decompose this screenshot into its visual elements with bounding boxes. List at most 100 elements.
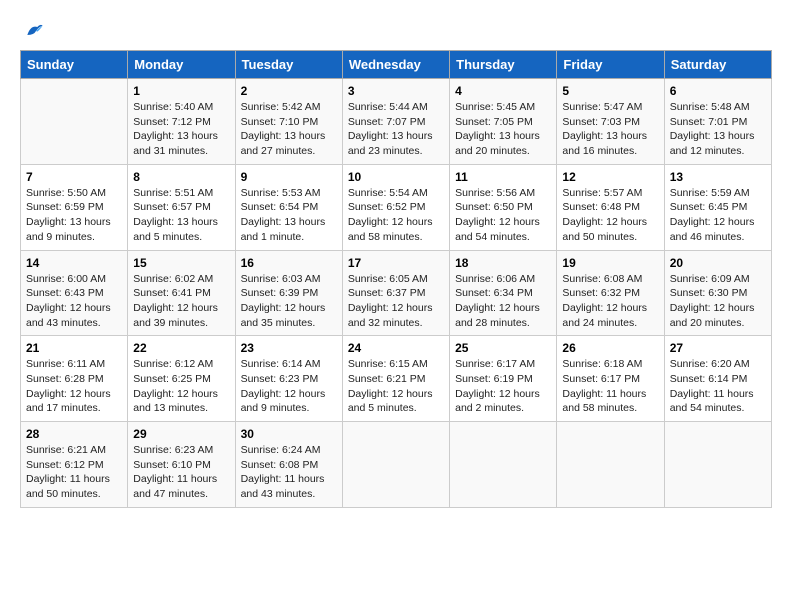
sunset-text: Sunset: 6:12 PM (26, 459, 104, 471)
day-number: 8 (133, 170, 229, 184)
column-header-sunday: Sunday (21, 51, 128, 79)
day-number: 9 (241, 170, 337, 184)
column-header-thursday: Thursday (450, 51, 557, 79)
sunset-text: Sunset: 6:57 PM (133, 201, 211, 213)
calendar-cell: 13 Sunrise: 5:59 AM Sunset: 6:45 PM Dayl… (664, 164, 771, 250)
calendar-cell: 28 Sunrise: 6:21 AM Sunset: 6:12 PM Dayl… (21, 422, 128, 508)
day-number: 4 (455, 84, 551, 98)
day-number: 5 (562, 84, 658, 98)
sunrise-text: Sunrise: 5:47 AM (562, 101, 642, 113)
cell-info: Sunrise: 6:03 AM Sunset: 6:39 PM Dayligh… (241, 272, 337, 331)
logo (20, 20, 46, 40)
daylight-text: Daylight: 12 hours and 39 minutes. (133, 302, 218, 329)
sunrise-text: Sunrise: 6:21 AM (26, 444, 106, 456)
day-number: 12 (562, 170, 658, 184)
daylight-text: Daylight: 13 hours and 16 minutes. (562, 130, 647, 157)
sunset-text: Sunset: 6:30 PM (670, 287, 748, 299)
sunrise-text: Sunrise: 6:06 AM (455, 273, 535, 285)
sunset-text: Sunset: 6:52 PM (348, 201, 426, 213)
day-number: 10 (348, 170, 444, 184)
column-header-wednesday: Wednesday (342, 51, 449, 79)
sunrise-text: Sunrise: 5:53 AM (241, 187, 321, 199)
calendar-cell: 25 Sunrise: 6:17 AM Sunset: 6:19 PM Dayl… (450, 336, 557, 422)
cell-info: Sunrise: 6:24 AM Sunset: 6:08 PM Dayligh… (241, 443, 337, 502)
daylight-text: Daylight: 11 hours and 54 minutes. (670, 388, 754, 415)
day-number: 20 (670, 256, 766, 270)
daylight-text: Daylight: 11 hours and 43 minutes. (241, 473, 325, 500)
sunrise-text: Sunrise: 5:50 AM (26, 187, 106, 199)
sunrise-text: Sunrise: 6:15 AM (348, 358, 428, 370)
daylight-text: Daylight: 12 hours and 50 minutes. (562, 216, 647, 243)
sunrise-text: Sunrise: 6:11 AM (26, 358, 105, 370)
cell-info: Sunrise: 6:12 AM Sunset: 6:25 PM Dayligh… (133, 357, 229, 416)
sunset-text: Sunset: 6:43 PM (26, 287, 104, 299)
calendar-week-row: 14 Sunrise: 6:00 AM Sunset: 6:43 PM Dayl… (21, 250, 772, 336)
cell-info: Sunrise: 6:02 AM Sunset: 6:41 PM Dayligh… (133, 272, 229, 331)
sunrise-text: Sunrise: 6:02 AM (133, 273, 213, 285)
sunrise-text: Sunrise: 6:17 AM (455, 358, 535, 370)
sunrise-text: Sunrise: 6:24 AM (241, 444, 321, 456)
sunset-text: Sunset: 6:08 PM (241, 459, 319, 471)
day-number: 19 (562, 256, 658, 270)
cell-info: Sunrise: 5:40 AM Sunset: 7:12 PM Dayligh… (133, 100, 229, 159)
sunrise-text: Sunrise: 5:44 AM (348, 101, 428, 113)
daylight-text: Daylight: 11 hours and 50 minutes. (26, 473, 110, 500)
sunrise-text: Sunrise: 6:14 AM (241, 358, 321, 370)
sunset-text: Sunset: 6:21 PM (348, 373, 426, 385)
calendar-cell (342, 422, 449, 508)
calendar-cell: 16 Sunrise: 6:03 AM Sunset: 6:39 PM Dayl… (235, 250, 342, 336)
sunset-text: Sunset: 7:03 PM (562, 116, 640, 128)
column-header-tuesday: Tuesday (235, 51, 342, 79)
page-header (20, 20, 772, 40)
sunrise-text: Sunrise: 5:45 AM (455, 101, 535, 113)
day-number: 14 (26, 256, 122, 270)
calendar-cell: 18 Sunrise: 6:06 AM Sunset: 6:34 PM Dayl… (450, 250, 557, 336)
column-header-saturday: Saturday (664, 51, 771, 79)
daylight-text: Daylight: 13 hours and 12 minutes. (670, 130, 755, 157)
daylight-text: Daylight: 11 hours and 47 minutes. (133, 473, 217, 500)
daylight-text: Daylight: 12 hours and 43 minutes. (26, 302, 111, 329)
calendar-cell: 9 Sunrise: 5:53 AM Sunset: 6:54 PM Dayli… (235, 164, 342, 250)
sunrise-text: Sunrise: 6:05 AM (348, 273, 428, 285)
calendar-cell: 27 Sunrise: 6:20 AM Sunset: 6:14 PM Dayl… (664, 336, 771, 422)
calendar-cell: 30 Sunrise: 6:24 AM Sunset: 6:08 PM Dayl… (235, 422, 342, 508)
calendar-cell (664, 422, 771, 508)
calendar-week-row: 7 Sunrise: 5:50 AM Sunset: 6:59 PM Dayli… (21, 164, 772, 250)
sunrise-text: Sunrise: 6:18 AM (562, 358, 642, 370)
calendar-cell: 5 Sunrise: 5:47 AM Sunset: 7:03 PM Dayli… (557, 79, 664, 165)
daylight-text: Daylight: 12 hours and 54 minutes. (455, 216, 540, 243)
day-number: 18 (455, 256, 551, 270)
daylight-text: Daylight: 13 hours and 27 minutes. (241, 130, 326, 157)
cell-info: Sunrise: 5:45 AM Sunset: 7:05 PM Dayligh… (455, 100, 551, 159)
sunrise-text: Sunrise: 5:48 AM (670, 101, 750, 113)
calendar-cell: 19 Sunrise: 6:08 AM Sunset: 6:32 PM Dayl… (557, 250, 664, 336)
daylight-text: Daylight: 12 hours and 32 minutes. (348, 302, 433, 329)
daylight-text: Daylight: 12 hours and 20 minutes. (670, 302, 755, 329)
sunset-text: Sunset: 6:39 PM (241, 287, 319, 299)
cell-info: Sunrise: 5:44 AM Sunset: 7:07 PM Dayligh… (348, 100, 444, 159)
day-number: 30 (241, 427, 337, 441)
sunset-text: Sunset: 6:10 PM (133, 459, 211, 471)
daylight-text: Daylight: 12 hours and 9 minutes. (241, 388, 326, 415)
cell-info: Sunrise: 5:42 AM Sunset: 7:10 PM Dayligh… (241, 100, 337, 159)
sunset-text: Sunset: 6:41 PM (133, 287, 211, 299)
sunset-text: Sunset: 6:37 PM (348, 287, 426, 299)
sunset-text: Sunset: 6:17 PM (562, 373, 640, 385)
day-number: 24 (348, 341, 444, 355)
calendar-cell: 22 Sunrise: 6:12 AM Sunset: 6:25 PM Dayl… (128, 336, 235, 422)
calendar-cell: 11 Sunrise: 5:56 AM Sunset: 6:50 PM Dayl… (450, 164, 557, 250)
calendar-week-row: 1 Sunrise: 5:40 AM Sunset: 7:12 PM Dayli… (21, 79, 772, 165)
cell-info: Sunrise: 5:59 AM Sunset: 6:45 PM Dayligh… (670, 186, 766, 245)
cell-info: Sunrise: 6:18 AM Sunset: 6:17 PM Dayligh… (562, 357, 658, 416)
sunset-text: Sunset: 6:54 PM (241, 201, 319, 213)
sunset-text: Sunset: 6:48 PM (562, 201, 640, 213)
cell-info: Sunrise: 6:15 AM Sunset: 6:21 PM Dayligh… (348, 357, 444, 416)
day-number: 7 (26, 170, 122, 184)
sunrise-text: Sunrise: 6:23 AM (133, 444, 213, 456)
day-number: 21 (26, 341, 122, 355)
daylight-text: Daylight: 12 hours and 35 minutes. (241, 302, 326, 329)
cell-info: Sunrise: 5:51 AM Sunset: 6:57 PM Dayligh… (133, 186, 229, 245)
column-header-friday: Friday (557, 51, 664, 79)
sunrise-text: Sunrise: 5:56 AM (455, 187, 535, 199)
day-number: 17 (348, 256, 444, 270)
